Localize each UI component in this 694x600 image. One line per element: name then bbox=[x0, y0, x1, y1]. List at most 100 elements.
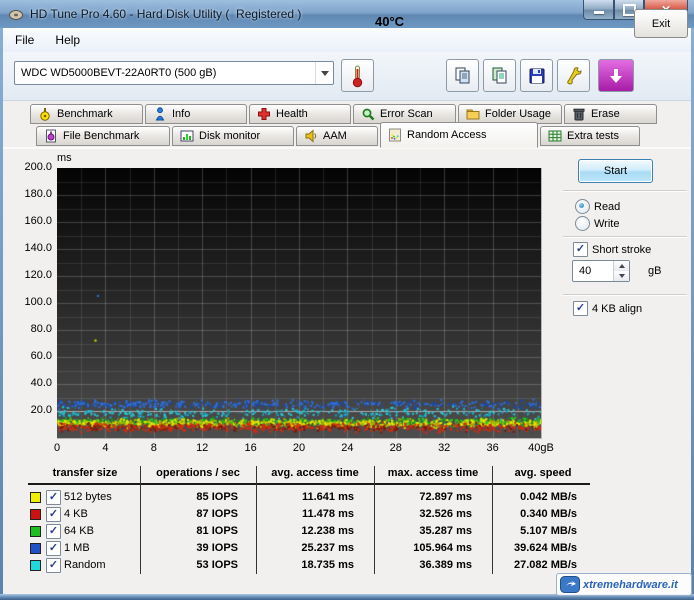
series-color-swatch bbox=[30, 509, 41, 520]
title-bar: HD Tune Pro 4.60 - Hard Disk Utility ( R… bbox=[0, 0, 694, 29]
down-arrow-icon bbox=[607, 67, 625, 85]
stepper-up-icon[interactable] bbox=[614, 261, 629, 271]
series-color-swatch bbox=[30, 543, 41, 554]
series-visible-checkbox[interactable]: ✓ bbox=[46, 507, 61, 522]
watermark-text: xtremehardware.it bbox=[583, 579, 678, 591]
x-tick-label: 0 bbox=[35, 442, 79, 454]
save-button[interactable] bbox=[520, 59, 553, 92]
x-tick-label: 4 bbox=[83, 442, 127, 454]
column-header: avg. speed bbox=[485, 467, 601, 479]
x-tick-label: 20 bbox=[277, 442, 321, 454]
transfer-size-label: 512 bytes bbox=[64, 491, 112, 503]
y-tick-label: 120.0 bbox=[10, 269, 52, 281]
screenshot-download-button[interactable] bbox=[598, 59, 634, 92]
tab-info[interactable]: Info bbox=[145, 104, 247, 124]
temperature-button[interactable] bbox=[341, 59, 374, 92]
drive-select-value: WDC WD5000BEVT-22A0RT0 (500 gB) bbox=[15, 67, 315, 79]
cell-max: 105.964 ms bbox=[362, 542, 472, 554]
extra-tests-icon bbox=[548, 129, 562, 143]
file-benchmark-icon bbox=[44, 129, 58, 143]
write-radio[interactable] bbox=[575, 216, 590, 231]
transfer-size-label: Random bbox=[64, 559, 106, 571]
drive-select[interactable]: WDC WD5000BEVT-22A0RT0 (500 gB) bbox=[14, 61, 334, 85]
short-stroke-checkbox[interactable]: ✓ bbox=[573, 242, 588, 257]
tab-erase[interactable]: Erase bbox=[564, 104, 657, 124]
x-tick-label: 40gB bbox=[519, 442, 563, 454]
tab-benchmark[interactable]: Benchmark bbox=[30, 104, 143, 124]
access-time-scatter-chart bbox=[57, 168, 542, 439]
tab-row-2: File BenchmarkDisk monitor AAM Random Acce… bbox=[36, 126, 642, 148]
read-radio[interactable] bbox=[575, 199, 590, 214]
kb-align-checkbox[interactable]: ✓ bbox=[573, 301, 588, 316]
watermark-arrow-icon bbox=[560, 576, 580, 593]
series-visible-checkbox[interactable]: ✓ bbox=[46, 558, 61, 573]
cell-ops: 81 IOPS bbox=[128, 525, 238, 537]
x-tick-label: 16 bbox=[229, 442, 273, 454]
tab-error-scan[interactable]: Error Scan bbox=[353, 104, 456, 124]
column-header: operations / sec bbox=[140, 467, 256, 479]
cell-speed: 0.042 MB/s bbox=[467, 491, 577, 503]
cell-avg: 25.237 ms bbox=[244, 542, 354, 554]
y-axis-unit-label: ms bbox=[57, 152, 72, 164]
y-tick-label: 100.0 bbox=[10, 296, 52, 308]
tab-extra-tests[interactable]: Extra tests bbox=[540, 126, 640, 146]
transfer-size-label: 4 KB bbox=[64, 508, 88, 520]
tab-label: Random Access bbox=[407, 129, 486, 141]
column-separator bbox=[492, 466, 493, 574]
short-stroke-label: Short stroke bbox=[592, 244, 651, 256]
window-title: HD Tune Pro 4.60 - Hard Disk Utility ( R… bbox=[30, 7, 301, 21]
cell-avg: 18.735 ms bbox=[244, 559, 354, 571]
y-tick-label: 140.0 bbox=[10, 242, 52, 254]
benchmark-icon bbox=[38, 107, 52, 121]
x-tick-label: 24 bbox=[325, 442, 369, 454]
copy-button[interactable] bbox=[446, 59, 479, 92]
column-separator bbox=[374, 466, 375, 574]
tab-page-divider bbox=[3, 147, 691, 149]
menu-file[interactable]: File bbox=[6, 28, 43, 52]
short-stroke-size-stepper[interactable]: 40 bbox=[572, 260, 630, 282]
folder-usage-icon bbox=[466, 107, 480, 121]
thermometer-icon bbox=[350, 64, 365, 88]
tab-label: Health bbox=[276, 108, 308, 120]
tab-label: Error Scan bbox=[380, 108, 433, 120]
options-button[interactable] bbox=[557, 59, 590, 92]
health-icon bbox=[257, 107, 271, 121]
separator bbox=[563, 236, 687, 238]
series-visible-checkbox[interactable]: ✓ bbox=[46, 524, 61, 539]
tab-label: Info bbox=[172, 108, 190, 120]
column-separator bbox=[256, 466, 257, 574]
separator bbox=[563, 294, 687, 296]
cell-max: 72.897 ms bbox=[362, 491, 472, 503]
short-stroke-value: 40 bbox=[573, 261, 613, 281]
minimize-button[interactable] bbox=[583, 0, 614, 20]
series-visible-checkbox[interactable]: ✓ bbox=[46, 490, 61, 505]
y-tick-label: 40.0 bbox=[10, 377, 52, 389]
menu-help[interactable]: Help bbox=[46, 28, 89, 52]
watermark: xtremehardware.it bbox=[556, 573, 692, 596]
separator bbox=[563, 190, 687, 192]
save-icon bbox=[528, 67, 546, 85]
copy-image-button[interactable] bbox=[483, 59, 516, 92]
column-header: max. access time bbox=[375, 467, 491, 479]
series-visible-checkbox[interactable]: ✓ bbox=[46, 541, 61, 556]
tab-disk-monitor[interactable]: Disk monitor bbox=[172, 126, 294, 146]
tab-health[interactable]: Health bbox=[249, 104, 351, 124]
tab-aam[interactable]: AAM bbox=[296, 126, 378, 146]
minimize-icon bbox=[594, 11, 604, 14]
menu-bar: File Help bbox=[3, 28, 691, 52]
tab-file-benchmark[interactable]: File Benchmark bbox=[36, 126, 170, 146]
cell-max: 35.287 ms bbox=[362, 525, 472, 537]
copy-image-icon bbox=[491, 67, 509, 85]
cell-speed: 27.082 MB/s bbox=[467, 559, 577, 571]
y-tick-label: 180.0 bbox=[10, 188, 52, 200]
tab-label: AAM bbox=[323, 130, 347, 142]
cell-ops: 85 IOPS bbox=[128, 491, 238, 503]
exit-button[interactable]: Exit bbox=[634, 9, 688, 38]
stepper-down-icon[interactable] bbox=[614, 271, 629, 281]
tab-random-access[interactable]: Random Access bbox=[380, 122, 538, 148]
start-button[interactable]: Start bbox=[578, 159, 653, 183]
x-tick-label: 36 bbox=[471, 442, 515, 454]
cell-ops: 39 IOPS bbox=[128, 542, 238, 554]
tab-folder-usage[interactable]: Folder Usage bbox=[458, 104, 562, 124]
short-stroke-unit-label: gB bbox=[648, 265, 661, 277]
